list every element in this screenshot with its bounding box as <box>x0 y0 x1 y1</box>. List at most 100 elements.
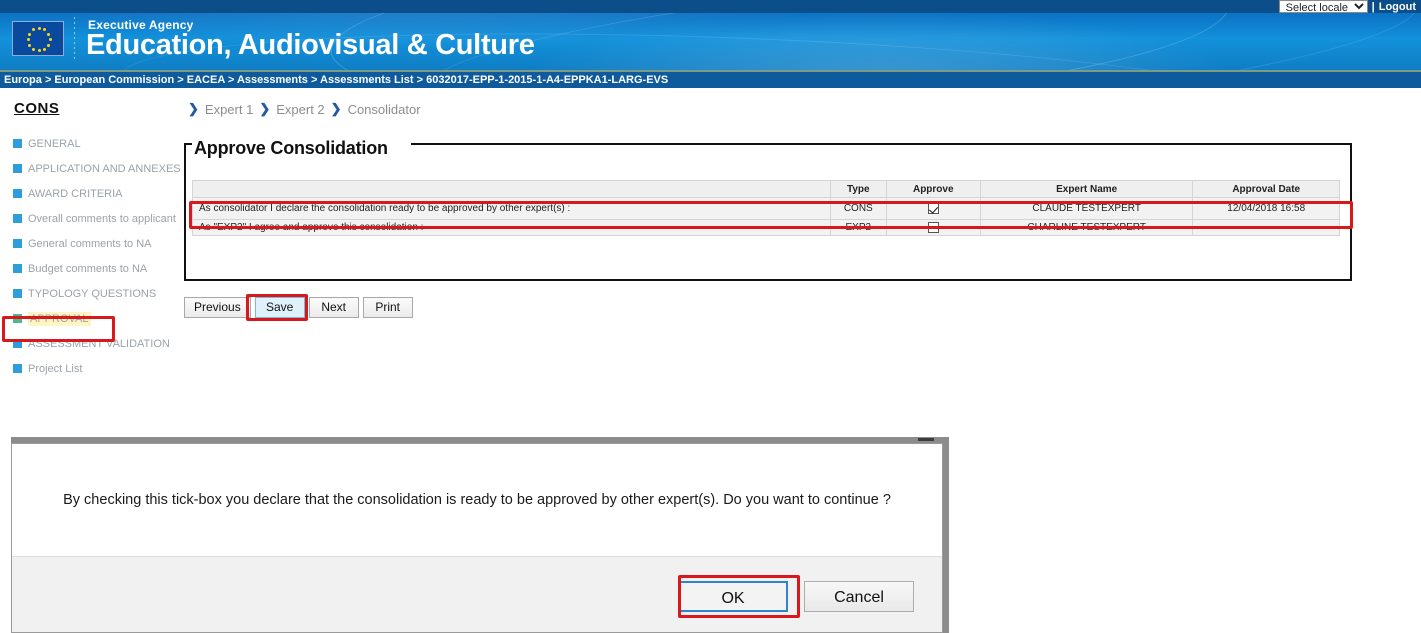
breadcrumb[interactable]: Europa > European Commission > EACEA > A… <box>0 74 668 86</box>
sidebar-title: CONS <box>14 100 60 117</box>
col-header-type: Type <box>829 180 887 198</box>
chevron-right-icon: ❯ <box>259 101 271 116</box>
panel-legend: Approve Consolidation <box>192 138 390 159</box>
sidebar-item-label: General comments to NA <box>28 237 152 250</box>
eu-star <box>27 32 31 36</box>
menu-square-icon <box>13 339 22 348</box>
sidebar-item-application-and-annexes[interactable]: APPLICATION AND ANNEXES <box>0 156 181 181</box>
save-button[interactable]: Save <box>254 297 305 318</box>
sidebar-item-general-comments-to-na[interactable]: General comments to NA <box>0 231 180 256</box>
dialog-message: By checking this tick-box you declare th… <box>63 492 891 508</box>
sidebar-item-overall-comments-to-applicant[interactable]: Overall comments to applicant <box>0 206 180 231</box>
sidebar-item-label: APPROVAL <box>28 311 91 326</box>
cell-expert-name: CHARLINE TESTEXPERT <box>979 219 1194 236</box>
eu-star <box>48 38 52 41</box>
approve-checkbox-cons[interactable] <box>927 202 939 214</box>
sidebar-menu: GENERAL APPLICATION AND ANNEXES AWARD CRIT… <box>0 131 181 381</box>
dialog-ok-button[interactable]: OK <box>678 581 788 612</box>
dialog-button-row: OK Cancel <box>678 581 914 612</box>
dialog-cancel-button[interactable]: Cancel <box>804 581 914 612</box>
table-body: As consolidator I declare the consolidat… <box>192 197 1340 236</box>
next-button[interactable]: Next <box>308 297 359 318</box>
dialog-body: By checking this tick-box you declare th… <box>12 444 942 556</box>
sidebar-item-label: APPLICATION AND ANNEXES <box>28 162 181 175</box>
page-header: Select locale | Logout Executive Agency … <box>0 0 1421 88</box>
eu-star <box>27 43 31 47</box>
menu-square-active-icon <box>13 314 22 323</box>
eu-star <box>43 28 46 32</box>
agency-banner: Executive Agency Education, Audiovisual … <box>0 13 1421 70</box>
sidebar-item-general[interactable]: GENERAL <box>0 131 180 156</box>
sidebar-item-award-criteria[interactable]: AWARD CRITERIA <box>0 181 180 206</box>
menu-square-icon <box>13 189 22 198</box>
menu-square-icon <box>13 364 22 373</box>
eu-star <box>32 28 35 32</box>
breadcrumb-bar: Europa > European Commission > EACEA > A… <box>0 72 1421 88</box>
print-button[interactable]: Print <box>362 297 413 318</box>
eu-star <box>37 27 41 30</box>
locale-controls: Select locale | Logout <box>1278 0 1421 13</box>
eu-star <box>47 43 51 47</box>
chevron-right-icon: ❯ <box>188 101 199 116</box>
eu-flag-icon <box>12 21 64 56</box>
sidebar-item-label: Overall comments to applicant <box>28 212 176 225</box>
locale-select[interactable]: Select locale <box>1278 0 1368 13</box>
dialog-minimize-icon[interactable] <box>918 438 934 441</box>
sidebar-item-label: TYPOLOGY QUESTIONS <box>28 287 157 300</box>
approval-table: Type Approve Expert Name Approval Date A… <box>192 180 1340 236</box>
cell-type: CONS <box>829 197 887 220</box>
cell-type: EXP2 <box>829 219 887 236</box>
chevron-right-icon: ❯ <box>330 101 342 116</box>
approve-checkbox-exp2[interactable] <box>927 221 939 233</box>
table-row: As "EXP2" I agree and approve this conso… <box>192 219 1340 236</box>
cell-statement: As "EXP2" I agree and approve this conso… <box>192 219 831 236</box>
eu-star <box>32 47 35 51</box>
cell-approve[interactable] <box>885 219 981 236</box>
expert-step-nav: ❯ Expert 1 ❯ Expert 2 ❯ Consolidator <box>188 101 421 117</box>
logout-link[interactable]: Logout <box>1379 1 1419 13</box>
sidebar-item-budget-comments-to-na[interactable]: Budget comments to NA <box>0 256 180 281</box>
cell-approval-date: 12/04/2018 16:58 <box>1192 197 1340 220</box>
col-header-statement <box>192 180 831 198</box>
sidebar-item-project-list[interactable]: Project List <box>0 356 180 381</box>
menu-square-icon <box>13 289 22 298</box>
eu-star <box>43 47 46 51</box>
eu-star <box>37 49 41 52</box>
eu-star <box>47 32 51 36</box>
form-button-row: Previous Save Next Print <box>184 297 413 318</box>
eu-star <box>26 38 30 41</box>
agency-title: Education, Audiovisual & Culture <box>86 29 535 61</box>
cell-statement: As consolidator I declare the consolidat… <box>192 197 831 220</box>
table-header-row: Type Approve Expert Name Approval Date <box>192 180 1340 198</box>
top-utility-bar: Select locale | Logout <box>0 0 1421 13</box>
sidebar-item-label: Project List <box>28 362 83 375</box>
expert-step-3[interactable]: Consolidator <box>348 102 421 117</box>
expert-step-2[interactable]: Expert 2 <box>276 102 324 117</box>
cell-approval-date <box>1192 219 1340 236</box>
menu-square-icon <box>13 139 22 148</box>
col-header-approval-date: Approval Date <box>1192 180 1340 198</box>
cell-expert-name: CLAUDE TESTEXPERT <box>979 197 1194 220</box>
menu-square-icon <box>13 239 22 248</box>
confirmation-dialog: By checking this tick-box you declare th… <box>11 443 943 633</box>
sidebar-item-assessment-validation[interactable]: ASSESSMENT VALIDATION <box>0 331 180 356</box>
menu-square-icon <box>13 214 22 223</box>
sidebar: CONS GENERAL APPLICATION AND ANNEXES AWARD… <box>0 100 181 381</box>
table-head: Type Approve Expert Name Approval Date <box>192 180 1340 198</box>
expert-step-1[interactable]: Expert 1 <box>205 102 253 117</box>
col-header-approve: Approve <box>885 180 981 198</box>
menu-square-icon <box>13 264 22 273</box>
sidebar-item-label: ASSESSMENT VALIDATION <box>28 337 170 350</box>
sidebar-item-approval[interactable]: APPROVAL <box>0 306 180 331</box>
sidebar-item-label: GENERAL <box>28 137 81 150</box>
sidebar-item-typology-questions[interactable]: TYPOLOGY QUESTIONS <box>0 281 180 306</box>
table-row: As consolidator I declare the consolidat… <box>192 197 1340 220</box>
cell-approve[interactable] <box>885 197 981 220</box>
sidebar-item-label: Budget comments to NA <box>28 262 148 275</box>
banner-dotted-divider <box>74 17 75 61</box>
sidebar-item-label: AWARD CRITERIA <box>28 187 123 200</box>
separator: | <box>1371 0 1375 13</box>
previous-button[interactable]: Previous <box>184 297 251 318</box>
menu-square-icon <box>13 164 22 173</box>
dialog-footer: OK Cancel <box>12 556 942 632</box>
